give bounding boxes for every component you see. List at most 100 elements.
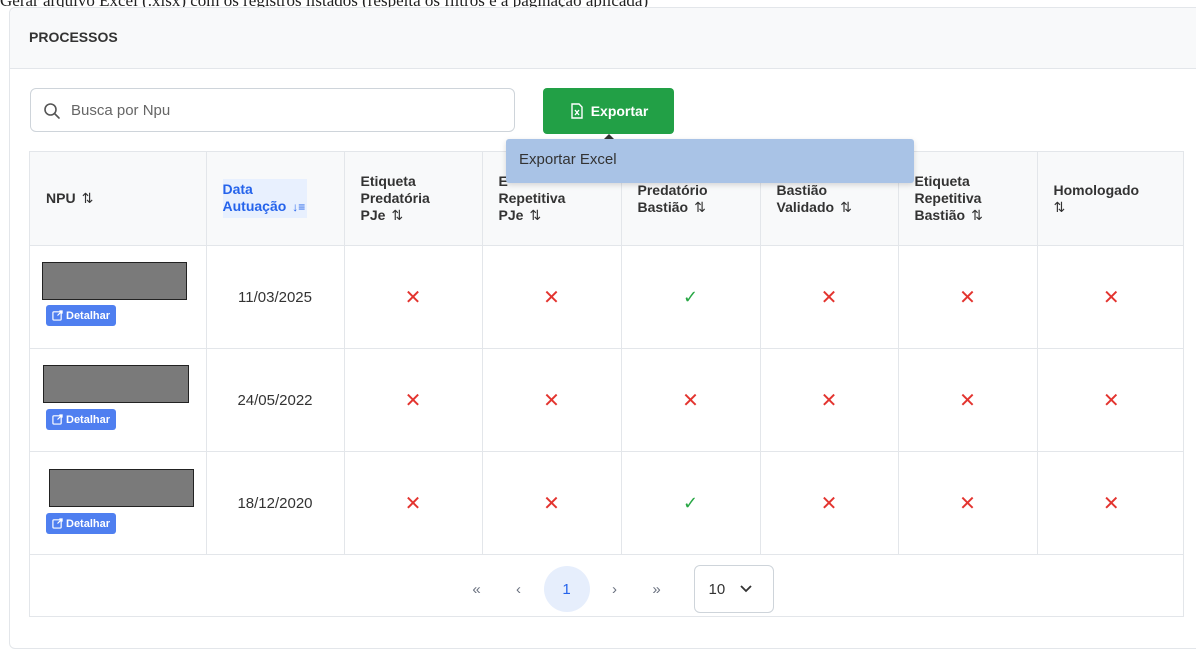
sort-icon[interactable]: ⇅: [971, 207, 983, 224]
chevron-down-icon: [740, 585, 752, 593]
flag-cell: ✕: [1037, 451, 1183, 555]
processes-table: NPU ⇅ Data Autuação ↓≡ Etiqueta Predatória…: [29, 151, 1184, 617]
date-cell: 24/05/2022: [206, 348, 345, 452]
date-cell: 11/03/2025: [206, 245, 345, 349]
npu-cell: Detalhar: [30, 348, 207, 452]
first-page-button[interactable]: «: [460, 572, 494, 606]
col-header-label: Homologado: [1053, 181, 1140, 198]
panel-title: PROCESSOS: [29, 29, 118, 45]
col-header-homologado[interactable]: Homologado ⇅: [1037, 152, 1183, 246]
table-row: Detalhar 11/03/2025 ✕ ✕ ✓ ✕ ✕ ✕: [30, 245, 1183, 349]
export-excel-menu-item[interactable]: Exportar Excel: [519, 151, 617, 168]
cross-icon: ✕: [543, 389, 560, 412]
rows-per-page-value: 10: [708, 580, 726, 598]
sort-icon[interactable]: ⇅: [694, 199, 706, 216]
pagination-row: « ‹ 1 › » 10: [30, 555, 1183, 617]
next-page-button[interactable]: ›: [598, 572, 632, 606]
detail-button[interactable]: Detalhar: [46, 513, 117, 534]
search-input[interactable]: [71, 89, 501, 131]
detail-button-label: Detalhar: [66, 413, 111, 426]
col-header-label: Etiqueta: [360, 173, 416, 189]
cross-icon: ✕: [543, 492, 560, 515]
col-header-label: Bastião: [914, 207, 966, 223]
cross-icon: ✕: [404, 492, 422, 515]
search-icon: [44, 103, 60, 119]
flag-cell: ✕: [760, 245, 899, 349]
col-header-label: Validado: [776, 198, 835, 215]
detail-button-label: Detalhar: [66, 517, 111, 530]
cross-icon: ✕: [959, 492, 976, 515]
pagination-cell: « ‹ 1 › » 10: [30, 555, 1183, 617]
flag-cell: ✕: [482, 348, 622, 452]
flag-cell: ✕: [621, 348, 761, 452]
cross-icon: ✕: [682, 389, 699, 412]
redacted-npu: [49, 469, 194, 507]
flag-cell: ✕: [482, 451, 622, 555]
sort-icon[interactable]: ⇅: [82, 190, 94, 207]
detail-button[interactable]: Detalhar: [46, 305, 117, 326]
check-icon: ✓: [682, 286, 699, 307]
col-header-npu[interactable]: NPU ⇅: [30, 152, 207, 246]
prev-page-button[interactable]: ‹: [502, 572, 536, 606]
col-header-label: Predatória: [360, 190, 430, 206]
export-button[interactable]: Exportar: [543, 88, 674, 134]
col-header-label: Bastião: [637, 198, 689, 215]
export-dropdown-menu: Exportar Excel: [506, 139, 914, 183]
sort-icon[interactable]: ⇅: [1054, 199, 1066, 216]
col-header-label: Repetitiva: [914, 190, 982, 206]
col-header-label: Etiqueta: [914, 173, 970, 189]
col-header-label: Bastião: [776, 181, 828, 198]
cross-icon: ✕: [820, 492, 838, 515]
flag-cell: ✕: [898, 245, 1038, 349]
cross-icon: ✕: [1102, 389, 1120, 412]
col-header-label: PJe: [360, 207, 386, 223]
rows-per-page-select[interactable]: 10: [693, 565, 774, 613]
npu-cell: Detalhar: [30, 451, 207, 555]
flag-cell: ✕: [898, 348, 1038, 452]
col-header-label: Predatório: [637, 181, 708, 198]
col-header-data-autuacao[interactable]: Data Autuação ↓≡: [206, 152, 345, 246]
col-header-label: NPU: [46, 190, 76, 206]
flag-cell: ✕: [344, 451, 483, 555]
flag-cell: ✕: [482, 245, 622, 349]
cross-icon: ✕: [820, 389, 838, 412]
panel-header: PROCESSOS: [10, 8, 1196, 69]
excel-file-icon: [571, 103, 583, 119]
cross-icon: ✕: [404, 286, 422, 309]
flag-cell: ✕: [898, 451, 1038, 555]
col-header-etiqueta-predatoria-pje[interactable]: Etiqueta Predatória PJe ⇅: [344, 152, 483, 246]
redacted-npu: [43, 365, 189, 403]
flag-cell: ✕: [760, 451, 899, 555]
table-row: Detalhar 18/12/2020 ✕ ✕ ✓ ✕ ✕ ✕: [30, 451, 1183, 555]
sort-icon[interactable]: ⇅: [840, 199, 852, 216]
cross-icon: ✕: [543, 286, 560, 309]
sort-desc-icon[interactable]: ↓≡: [292, 199, 305, 216]
flag-cell: ✕: [1037, 348, 1183, 452]
date-cell: 18/12/2020: [206, 451, 345, 555]
cross-icon: ✕: [959, 286, 976, 309]
flag-cell: ✕: [1037, 245, 1183, 349]
page-1-button[interactable]: 1: [543, 566, 590, 612]
cross-icon: ✕: [959, 389, 976, 412]
last-page-button[interactable]: »: [640, 572, 674, 606]
col-header-label: PJe: [498, 207, 524, 223]
detail-button-label: Detalhar: [66, 309, 111, 322]
col-header-etiqueta-repetitiva-bastiao[interactable]: Etiqueta Repetitiva Bastião ⇅: [898, 152, 1038, 246]
external-link-icon: [52, 518, 63, 529]
check-icon: ✓: [682, 492, 699, 513]
external-link-icon: [52, 310, 63, 321]
flag-cell: ✕: [760, 348, 899, 452]
paginator: « ‹ 1 › » 10: [40, 565, 1183, 613]
col-header-label: Data: [222, 181, 253, 197]
detail-button[interactable]: Detalhar: [46, 409, 117, 430]
redacted-npu: [42, 262, 187, 300]
col-header-label: Repetitiva: [498, 190, 566, 206]
flag-cell: ✓: [621, 245, 761, 349]
sort-icon[interactable]: ⇅: [529, 207, 541, 224]
search-box[interactable]: [30, 88, 515, 132]
npu-cell: Detalhar: [30, 245, 207, 349]
sort-icon[interactable]: ⇅: [391, 207, 403, 224]
sorted-header-highlight: Data Autuação ↓≡: [222, 179, 308, 218]
cross-icon: ✕: [1102, 286, 1120, 309]
export-button-label: Exportar: [590, 103, 649, 119]
